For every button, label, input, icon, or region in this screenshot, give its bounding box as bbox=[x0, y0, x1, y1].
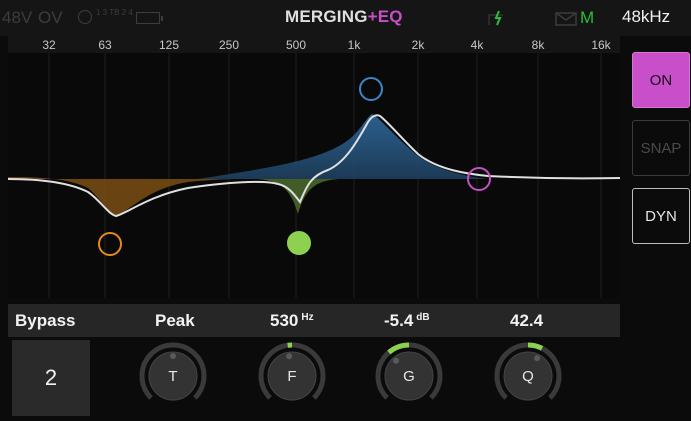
frequency-tick-label: 63 bbox=[98, 38, 112, 52]
frequency-tick-label: 500 bbox=[286, 38, 306, 52]
band-2-fill bbox=[258, 179, 338, 214]
frequency-knob[interactable]: F bbox=[256, 340, 328, 412]
frequency-knob-label: F bbox=[287, 367, 297, 385]
gain-knob-label: G bbox=[403, 367, 415, 385]
title-brand: MERGING bbox=[285, 7, 368, 26]
power-status-icon bbox=[488, 10, 503, 26]
bypass-param[interactable]: Bypass bbox=[15, 311, 75, 331]
battery-icon bbox=[136, 12, 163, 24]
gain-param[interactable]: -5.4 dB bbox=[384, 311, 430, 331]
frequency-value: 530 bbox=[270, 311, 299, 330]
band-2-handle[interactable] bbox=[287, 231, 311, 255]
q-knob-label: Q bbox=[522, 367, 534, 385]
filter-type-param[interactable]: Peak bbox=[155, 311, 195, 331]
snap-button[interactable]: SNAP bbox=[632, 120, 690, 176]
monitor-flag: M bbox=[580, 8, 595, 27]
sample-rate: 48kHz bbox=[622, 7, 671, 26]
band-3-fill bbox=[198, 114, 488, 179]
q-knob[interactable]: Q bbox=[492, 340, 564, 412]
frequency-tick-label: 1k bbox=[348, 38, 362, 52]
frequency-tick-label: 32 bbox=[42, 38, 56, 52]
band-1-fill bbox=[8, 177, 294, 216]
frequency-tick-label: 8k bbox=[532, 38, 546, 52]
frequency-tick-label: 125 bbox=[159, 38, 179, 52]
eq-app: 48V OV 1 3 TB 2 4 MERGING+EQ M 48kHz 32 … bbox=[0, 0, 691, 421]
eq-on-button[interactable]: ON bbox=[632, 52, 690, 108]
gain-unit: dB bbox=[416, 312, 430, 323]
status-bar: 48V OV 1 3 TB 2 4 MERGING+EQ M 48kHz bbox=[0, 0, 691, 36]
band-number-selector[interactable]: 2 bbox=[12, 340, 90, 416]
title-suffix: +EQ bbox=[367, 7, 403, 26]
mail-icon bbox=[555, 12, 577, 26]
dyn-button[interactable]: DYN bbox=[632, 188, 690, 244]
frequency-tick-label: 16k bbox=[591, 38, 611, 52]
parameter-bar: Bypass Peak 530 Hz -5.4 dB 42.4 bbox=[8, 304, 620, 337]
type-knob-label: T bbox=[168, 367, 178, 385]
gain-knob[interactable]: G bbox=[373, 340, 445, 412]
frequency-tick-label: 4k bbox=[471, 38, 485, 52]
eq-graph[interactable]: 32 63 125 250 500 1k 2k 4k 8k 16k bbox=[8, 36, 620, 298]
overload-indicator: OV bbox=[38, 8, 63, 27]
frequency-tick-label: 250 bbox=[219, 38, 239, 52]
frequency-tick-label: 2k bbox=[412, 38, 426, 52]
band-1-handle[interactable] bbox=[98, 232, 122, 256]
band-3-handle[interactable] bbox=[359, 77, 383, 101]
frequency-param[interactable]: 530 Hz bbox=[270, 311, 314, 331]
q-param[interactable]: 42.4 bbox=[510, 311, 543, 331]
frequency-unit: Hz bbox=[301, 312, 314, 323]
clock-icon bbox=[78, 10, 92, 24]
phantom-power-indicator: 48V bbox=[2, 8, 33, 27]
gain-value: -5.4 bbox=[384, 311, 414, 330]
routing-indicator: 1 3 TB 2 4 bbox=[96, 8, 133, 17]
type-knob[interactable]: T bbox=[137, 340, 209, 412]
app-title: MERGING+EQ bbox=[285, 7, 403, 27]
